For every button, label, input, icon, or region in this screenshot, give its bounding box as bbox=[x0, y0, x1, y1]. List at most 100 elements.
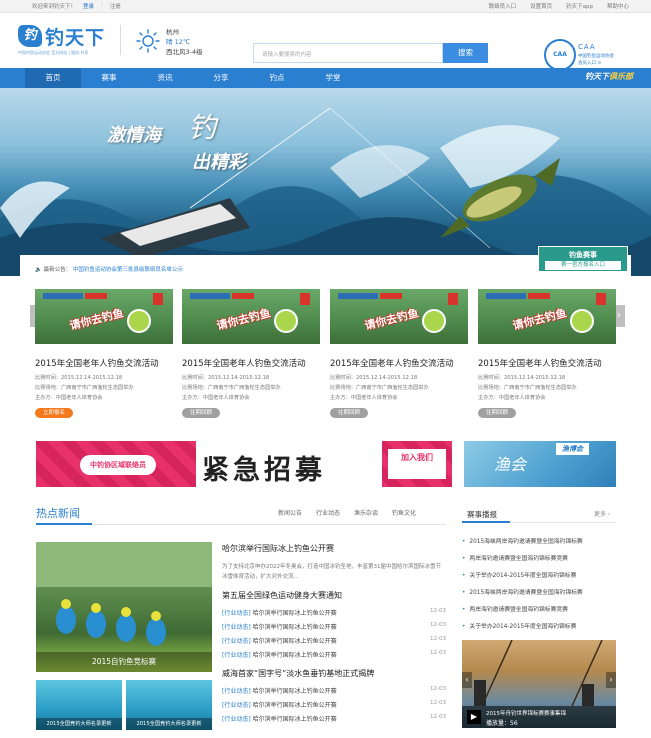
sponsor-logo bbox=[380, 293, 402, 299]
report-list-item[interactable]: 关于举办2014-2015年度全国海钓锦标赛 bbox=[462, 570, 583, 587]
site-logo[interactable]: 钓 钓天下 中国钓鱼运动协会 官方网站 | 服务·共享 bbox=[18, 23, 114, 57]
event-thumbnail[interactable]: 请你去钓鱼 bbox=[182, 289, 320, 344]
video-next-arrow[interactable]: › bbox=[606, 672, 616, 688]
event-card[interactable]: 请你去钓鱼 2015年全国老年人钓鱼交流活动 比赛时间：2015.12.14-2… bbox=[478, 289, 616, 418]
expo-ad-banner[interactable]: 渔会 渔博会 bbox=[464, 441, 616, 487]
tab-fishing-talk[interactable]: 渔乐杂谈 bbox=[354, 508, 378, 517]
club-logo[interactable]: 钓天下俱乐部 bbox=[585, 71, 633, 82]
tab-industry-news[interactable]: 行业动态 bbox=[316, 508, 340, 517]
caa-title: CAA bbox=[578, 43, 596, 51]
search-input[interactable]: 请输入要搜索的内容 bbox=[253, 43, 443, 63]
video-views: 播放量：56 bbox=[486, 720, 518, 727]
main-nav: 首页 赛事 资讯 分享 钓点 学堂 钓天下俱乐部 bbox=[0, 68, 651, 88]
sponsor-logo bbox=[486, 293, 526, 299]
event-host: 主办方：中国老年人体育协会 bbox=[478, 395, 546, 401]
news-list-item[interactable]: [行业动态] 哈尔滨举行国际冰上钓鱼公开赛 12-03 bbox=[222, 650, 446, 659]
event-thumbnail[interactable]: 请你去钓鱼 bbox=[330, 289, 468, 344]
event-place: 比赛场地：广西南宁市广西渔轮生态园举办 bbox=[478, 385, 577, 391]
news-category: [行业动态] bbox=[222, 610, 251, 617]
site-header: 钓 钓天下 中国钓鱼运动协会 官方网站 | 服务·共享 杭州 晴 12℃ 西北风… bbox=[0, 13, 651, 71]
caa-emblem-icon: CAA bbox=[544, 39, 576, 71]
news-item-title: 哈尔滨举行国际冰上钓鱼公开赛 bbox=[252, 610, 337, 617]
news-date: 12-03 bbox=[430, 714, 446, 720]
news-headline[interactable]: 第五届全国绿色运动健身大赛通知 bbox=[222, 590, 342, 601]
event-report-divider bbox=[462, 521, 616, 523]
event-time: 比赛时间：2015.12.14-2015.12.18 bbox=[478, 375, 566, 381]
top-separator: | bbox=[101, 2, 103, 8]
nav-spots[interactable]: 钓点 bbox=[249, 68, 305, 88]
news-list-item[interactable]: [行业动态] 哈尔滨举行国际冰上钓鱼公开赛 12-03 bbox=[222, 700, 446, 709]
news-category: [行业动态] bbox=[222, 652, 251, 659]
news-headline[interactable]: 哈尔滨举行国际冰上钓鱼公开赛 bbox=[222, 543, 334, 554]
search-button[interactable]: 搜索 bbox=[443, 43, 488, 63]
speaker-icon: 🔈 bbox=[35, 267, 42, 273]
ad-liaison-pill: 中钓协区域联络员 bbox=[80, 455, 156, 475]
video-prev-arrow[interactable]: ‹ bbox=[462, 672, 472, 688]
news-list-item[interactable]: [行业动态] 哈尔滨举行国际冰上钓鱼公开赛 12-03 bbox=[222, 686, 446, 695]
event-meta: 比赛时间：2015.12.14-2015.12.18 比赛场地：广西南宁市广西渔… bbox=[330, 373, 468, 403]
set-homepage-link[interactable]: 设置首页 bbox=[530, 2, 552, 10]
featured-photo-caption: 2015自钓鱼竞标赛 bbox=[36, 652, 212, 672]
event-report-more-link[interactable]: 更多 › bbox=[594, 509, 610, 518]
event-name[interactable]: 2015年全国老年人钓鱼交流活动 bbox=[330, 357, 468, 369]
event-thumbnail[interactable]: 请你去钓鱼 bbox=[478, 289, 616, 344]
nav-academy[interactable]: 学堂 bbox=[305, 68, 361, 88]
event-name[interactable]: 2015年全国老年人钓鱼交流活动 bbox=[478, 357, 616, 369]
news-list-item[interactable]: [行业动态] 哈尔滨举行国际冰上钓鱼公开赛 12-03 bbox=[222, 714, 446, 723]
past-review-button[interactable]: 往期回顾 bbox=[330, 408, 368, 418]
tab-fishing-culture[interactable]: 钓鱼文化 bbox=[392, 508, 416, 517]
news-list-item[interactable]: [行业动态] 哈尔滨举行国际冰上钓鱼公开赛 12-03 bbox=[222, 608, 446, 617]
entry-subtitle: 赛一官方报名入口 bbox=[545, 261, 621, 270]
event-card[interactable]: 请你去钓鱼 2015年全国老年人钓鱼交流活动 比赛时间：2015.12.14-2… bbox=[35, 289, 173, 418]
nav-events[interactable]: 赛事 bbox=[81, 68, 137, 88]
event-signup-entry[interactable]: 钓鱼赛事 赛一官方报名入口 bbox=[538, 246, 628, 272]
play-icon[interactable]: ▶ bbox=[467, 710, 481, 724]
nav-news[interactable]: 资讯 bbox=[137, 68, 193, 88]
liaison-entry-link[interactable]: 联络员入口 bbox=[489, 2, 517, 10]
event-card[interactable]: 请你去钓鱼 2015年全国老年人钓鱼交流活动 比赛时间：2015.12.14-2… bbox=[182, 289, 320, 418]
news-list-item[interactable]: [行业动态] 哈尔滨举行国际冰上钓鱼公开赛 12-03 bbox=[222, 622, 446, 631]
login-link[interactable]: 登录 bbox=[83, 2, 94, 10]
news-date: 12-03 bbox=[430, 650, 446, 656]
help-center-link[interactable]: 帮助中心 bbox=[607, 2, 629, 10]
video-player[interactable]: ‹ › ▶ 2015年舟钓世界锦标赛赛事集锦 播放量：56 bbox=[462, 640, 616, 728]
report-list-item[interactable]: 2015海峡两岸海钓邀请赛暨全国海钓锦标赛 bbox=[462, 536, 582, 553]
past-review-button[interactable]: 往期回顾 bbox=[182, 408, 220, 418]
report-list-item[interactable]: 关于举办2014-2015年度全国海钓锦标赛 bbox=[462, 621, 583, 638]
news-thumbnail[interactable]: 2015全国竞钓大师名录更新 bbox=[36, 680, 122, 730]
past-review-button[interactable]: 往期回顾 bbox=[478, 408, 516, 418]
news-category: [行业动态] bbox=[222, 624, 251, 631]
app-link[interactable]: 钓天下app bbox=[566, 2, 593, 10]
news-item-title: 哈尔滨举行国际冰上钓鱼公开赛 bbox=[252, 624, 337, 631]
recruitment-ad-banner[interactable]: 中钓协区域联络员 紧急招募 加入我们 bbox=[36, 441, 452, 487]
flag-icon bbox=[448, 293, 458, 305]
featured-news-photo[interactable]: 2015自钓鱼竞标赛 bbox=[36, 542, 212, 672]
news-thumbnail[interactable]: 2015全国竞钓大师名录更新 bbox=[126, 680, 212, 730]
nav-share[interactable]: 分享 bbox=[193, 68, 249, 88]
news-item-title: 哈尔滨举行国际冰上钓鱼公开赛 bbox=[252, 716, 337, 723]
news-headline[interactable]: 威海首家“国字号”淡水鱼垂钓基地正式揭牌 bbox=[222, 668, 374, 679]
report-list-item[interactable]: 两岸海钓邀请赛暨全国海钓锦标赛竞赛 bbox=[462, 553, 583, 570]
weather-widget: 杭州 晴 12℃ 西北风3-4级 bbox=[166, 27, 203, 57]
top-bar: 欢迎来到钓天下！ 登录 | 注册 联络员入口 设置首页 钓天下app 帮助中心 bbox=[0, 0, 651, 13]
nav-home[interactable]: 首页 bbox=[25, 68, 81, 88]
notice-link[interactable]: 中国钓鱼运动协会第三批县级联络员名单公示 bbox=[73, 267, 183, 273]
signup-button[interactable]: 立即报名 bbox=[35, 408, 73, 418]
sponsor-logo bbox=[190, 293, 230, 299]
event-name[interactable]: 2015年全国老年人钓鱼交流活动 bbox=[182, 357, 320, 369]
join-us-button[interactable]: 加入我们 bbox=[388, 449, 446, 479]
report-list-item[interactable]: 2015海峡两岸海钓邀请赛暨全国海钓锦标赛 bbox=[462, 587, 582, 604]
report-list-item[interactable]: 两岸海钓邀请赛暨全国海钓锦标赛竞赛 bbox=[462, 604, 583, 621]
news-list-item[interactable]: [行业动态] 哈尔滨举行国际冰上钓鱼公开赛 12-03 bbox=[222, 636, 446, 645]
event-thumbnail[interactable]: 请你去钓鱼 bbox=[35, 289, 173, 344]
tab-news-announcements[interactable]: 新闻公告 bbox=[278, 508, 302, 517]
register-link[interactable]: 注册 bbox=[110, 2, 121, 10]
sponsor-logo bbox=[338, 293, 378, 299]
sponsor-logo bbox=[43, 293, 83, 299]
event-time: 比赛时间：2015.12.14-2015.12.18 bbox=[330, 375, 418, 381]
news-date: 12-03 bbox=[430, 686, 446, 692]
event-card[interactable]: 请你去钓鱼 2015年全国老年人钓鱼交流活动 比赛时间：2015.12.14-2… bbox=[330, 289, 468, 418]
event-time: 比赛时间：2015.12.14-2015.12.18 bbox=[182, 375, 270, 381]
header-divider bbox=[120, 25, 121, 55]
event-name[interactable]: 2015年全国老年人钓鱼交流活动 bbox=[35, 357, 173, 369]
